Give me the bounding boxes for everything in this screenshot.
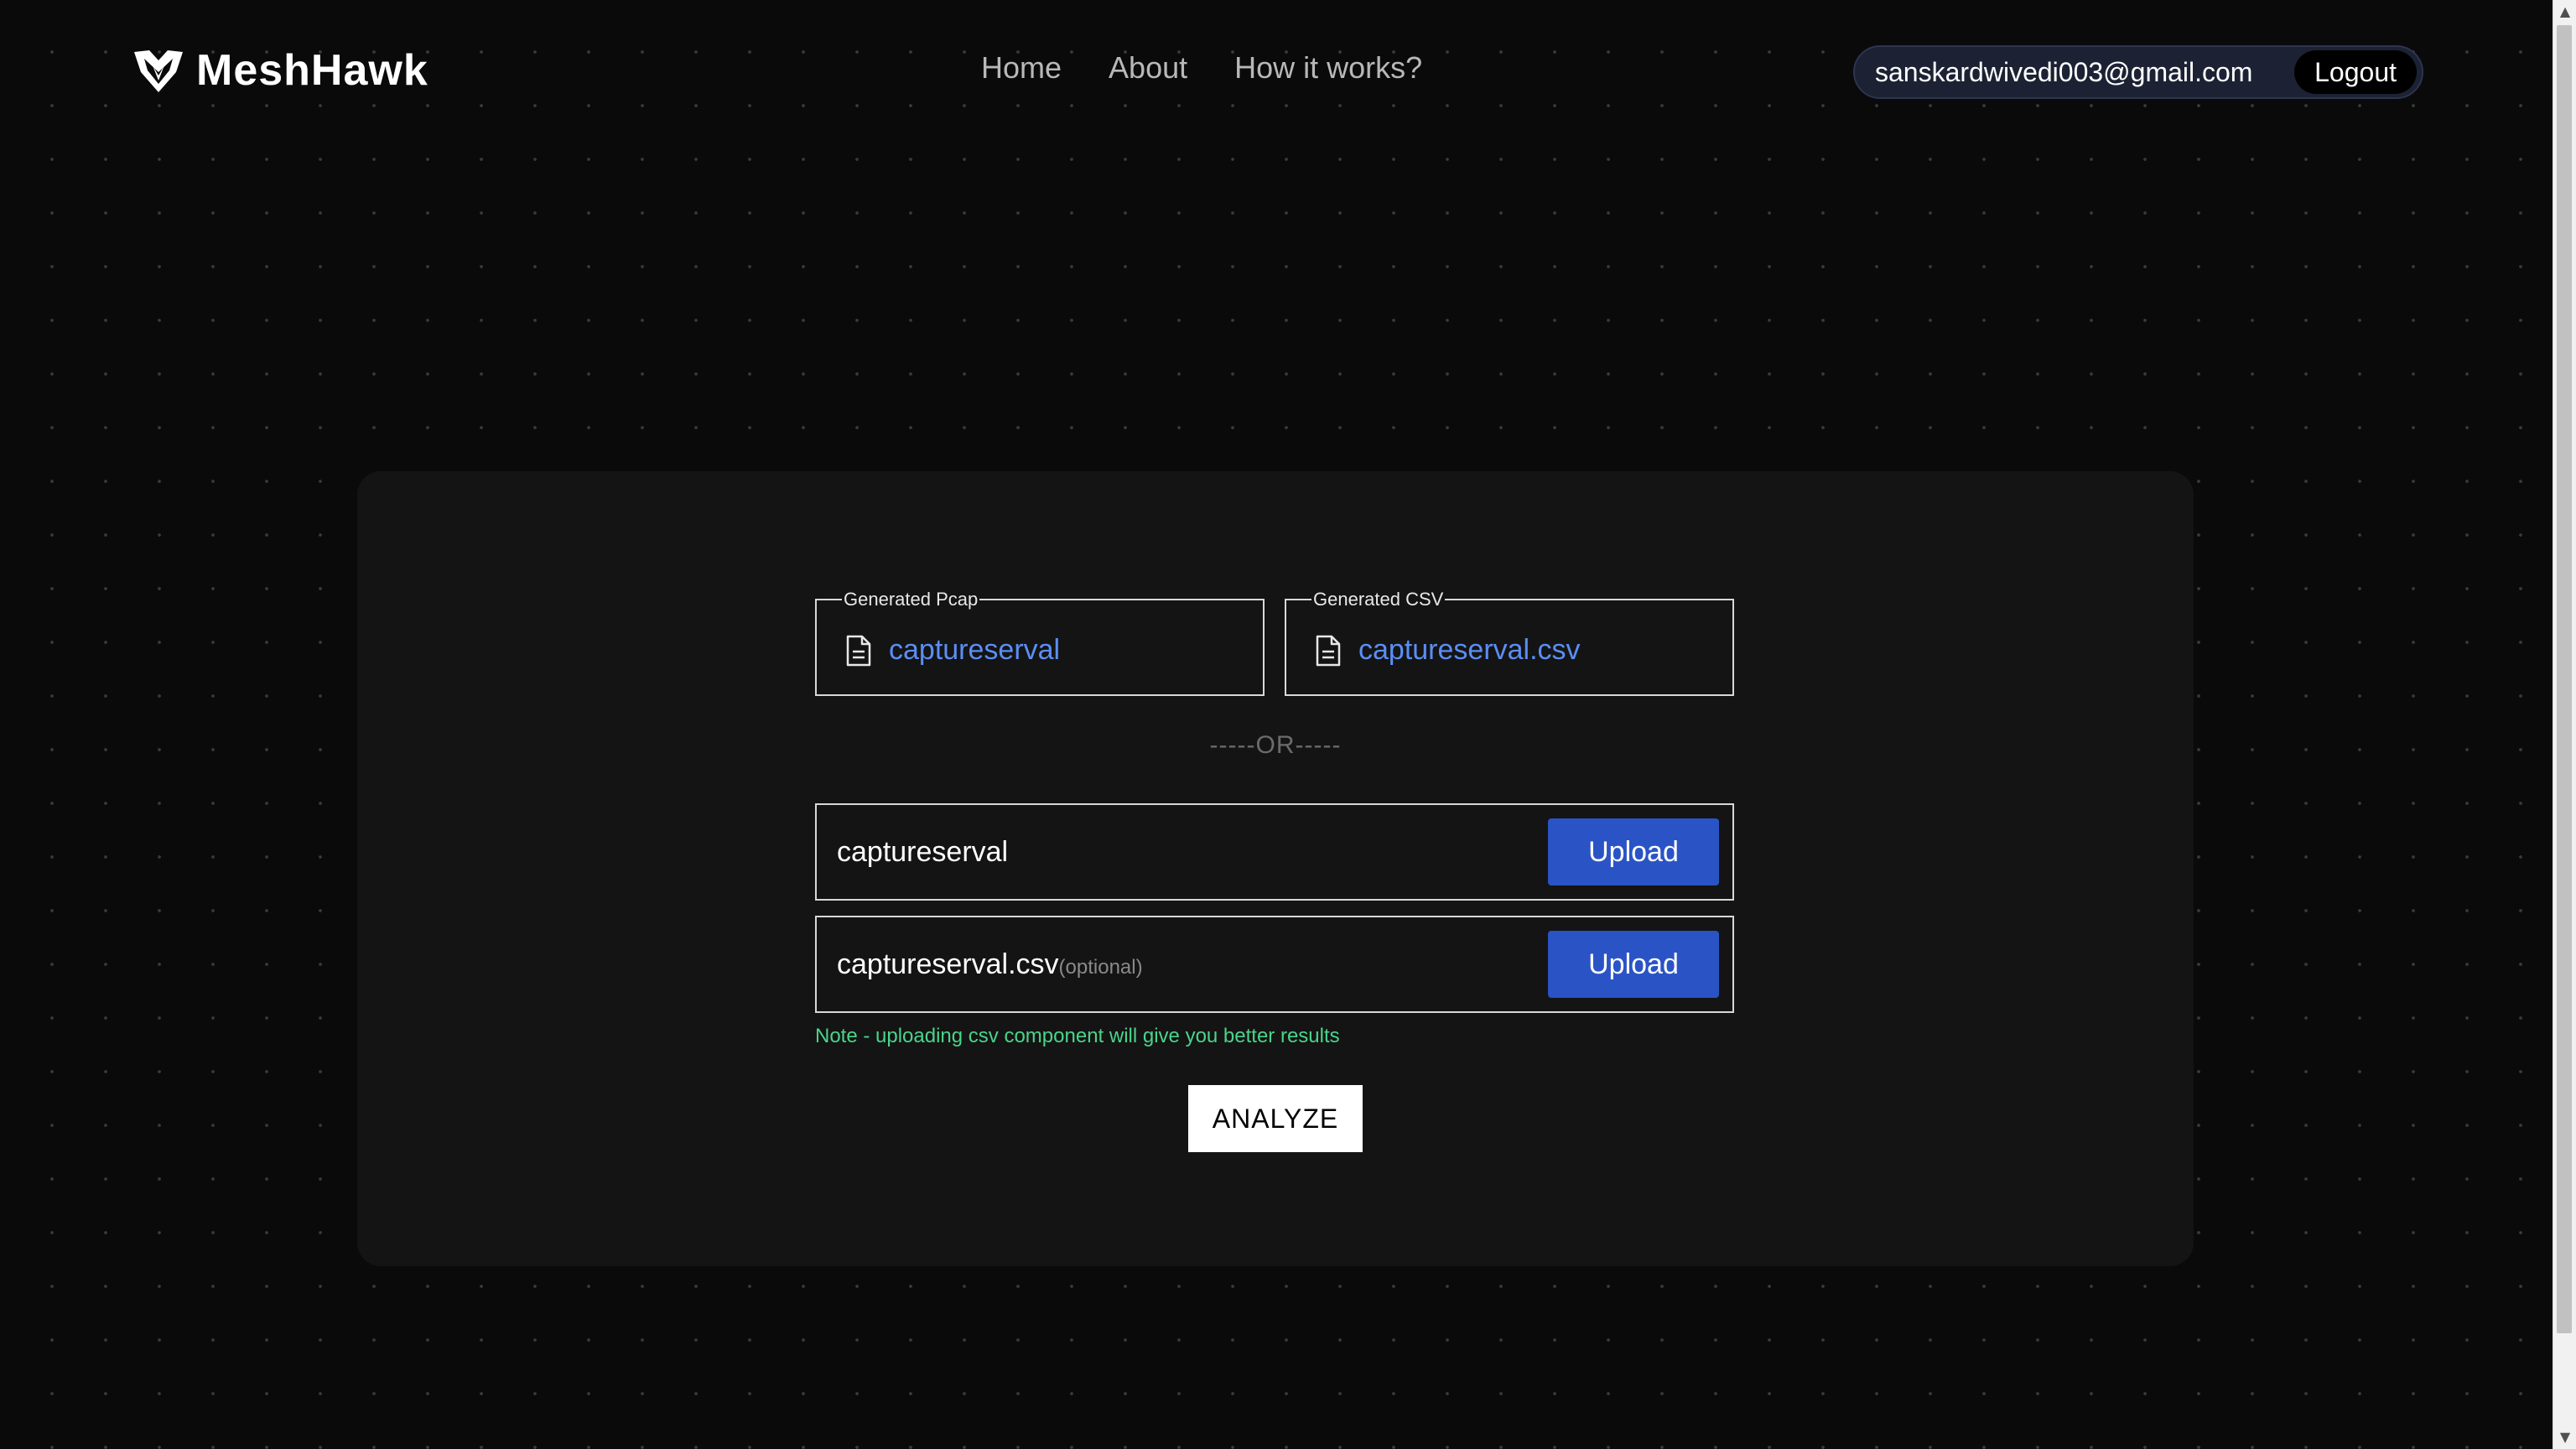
- generated-csv-link[interactable]: captureserval.csv: [1358, 634, 1581, 667]
- optional-label: (optional): [1058, 955, 1143, 979]
- generated-csv-legend: Generated CSV: [1311, 589, 1446, 610]
- user-email: sanskardwivedi003@gmail.com: [1875, 56, 2253, 87]
- nav-home-link[interactable]: Home: [981, 50, 1062, 86]
- brand-name: MeshHawk: [196, 46, 428, 95]
- pcap-upload-field[interactable]: captureserval Upload: [815, 803, 1734, 901]
- generated-csv-box: Generated CSV captureserval.csv: [1285, 589, 1734, 696]
- document-icon: [846, 635, 871, 666]
- nav-how-it-works-link[interactable]: How it works?: [1234, 50, 1422, 86]
- pcap-filename-text: captureserval: [837, 835, 1009, 868]
- scroll-down-arrow-icon[interactable]: ▼: [2553, 1426, 2576, 1449]
- csv-upload-filename: captureserval.csv(optional): [837, 948, 1548, 981]
- generated-pcap-file: captureserval: [845, 634, 1060, 667]
- main-nav: Home About How it works?: [981, 50, 1422, 86]
- generated-csv-file: captureserval.csv: [1315, 634, 1581, 667]
- analyze-button[interactable]: ANALYZE: [1188, 1085, 1363, 1152]
- document-icon: [1316, 635, 1341, 666]
- pcap-upload-filename: captureserval: [837, 836, 1548, 869]
- brand-logo[interactable]: MeshHawk: [132, 44, 428, 97]
- csv-upload-field[interactable]: captureserval.csv(optional) Upload: [815, 916, 1734, 1013]
- scrollbar-thumb[interactable]: [2557, 25, 2572, 1333]
- csv-hint-note: Note - uploading csv component will give…: [815, 1025, 1340, 1047]
- generated-pcap-link[interactable]: captureserval: [889, 634, 1060, 667]
- or-divider: -----OR-----: [1209, 731, 1342, 759]
- logout-button[interactable]: Logout: [2294, 50, 2417, 94]
- csv-filename-text: captureserval.csv: [837, 948, 1059, 980]
- generated-pcap-legend: Generated Pcap: [842, 589, 980, 610]
- generated-pcap-box: Generated Pcap captureserval: [815, 589, 1265, 696]
- csv-upload-button[interactable]: Upload: [1548, 931, 1719, 998]
- analysis-card: Generated Pcap captureserval Generated C…: [357, 471, 2194, 1266]
- pcap-upload-button[interactable]: Upload: [1548, 818, 1719, 886]
- page-scrollbar[interactable]: ▲ ▼: [2553, 0, 2576, 1449]
- hawk-shield-icon: [134, 50, 183, 92]
- user-account-pill: sanskardwivedi003@gmail.com Logout: [1853, 45, 2423, 99]
- nav-about-link[interactable]: About: [1109, 50, 1187, 86]
- page: MeshHawk Home About How it works? sanska…: [0, 0, 2553, 1449]
- scroll-up-arrow-icon[interactable]: ▲: [2553, 0, 2576, 23]
